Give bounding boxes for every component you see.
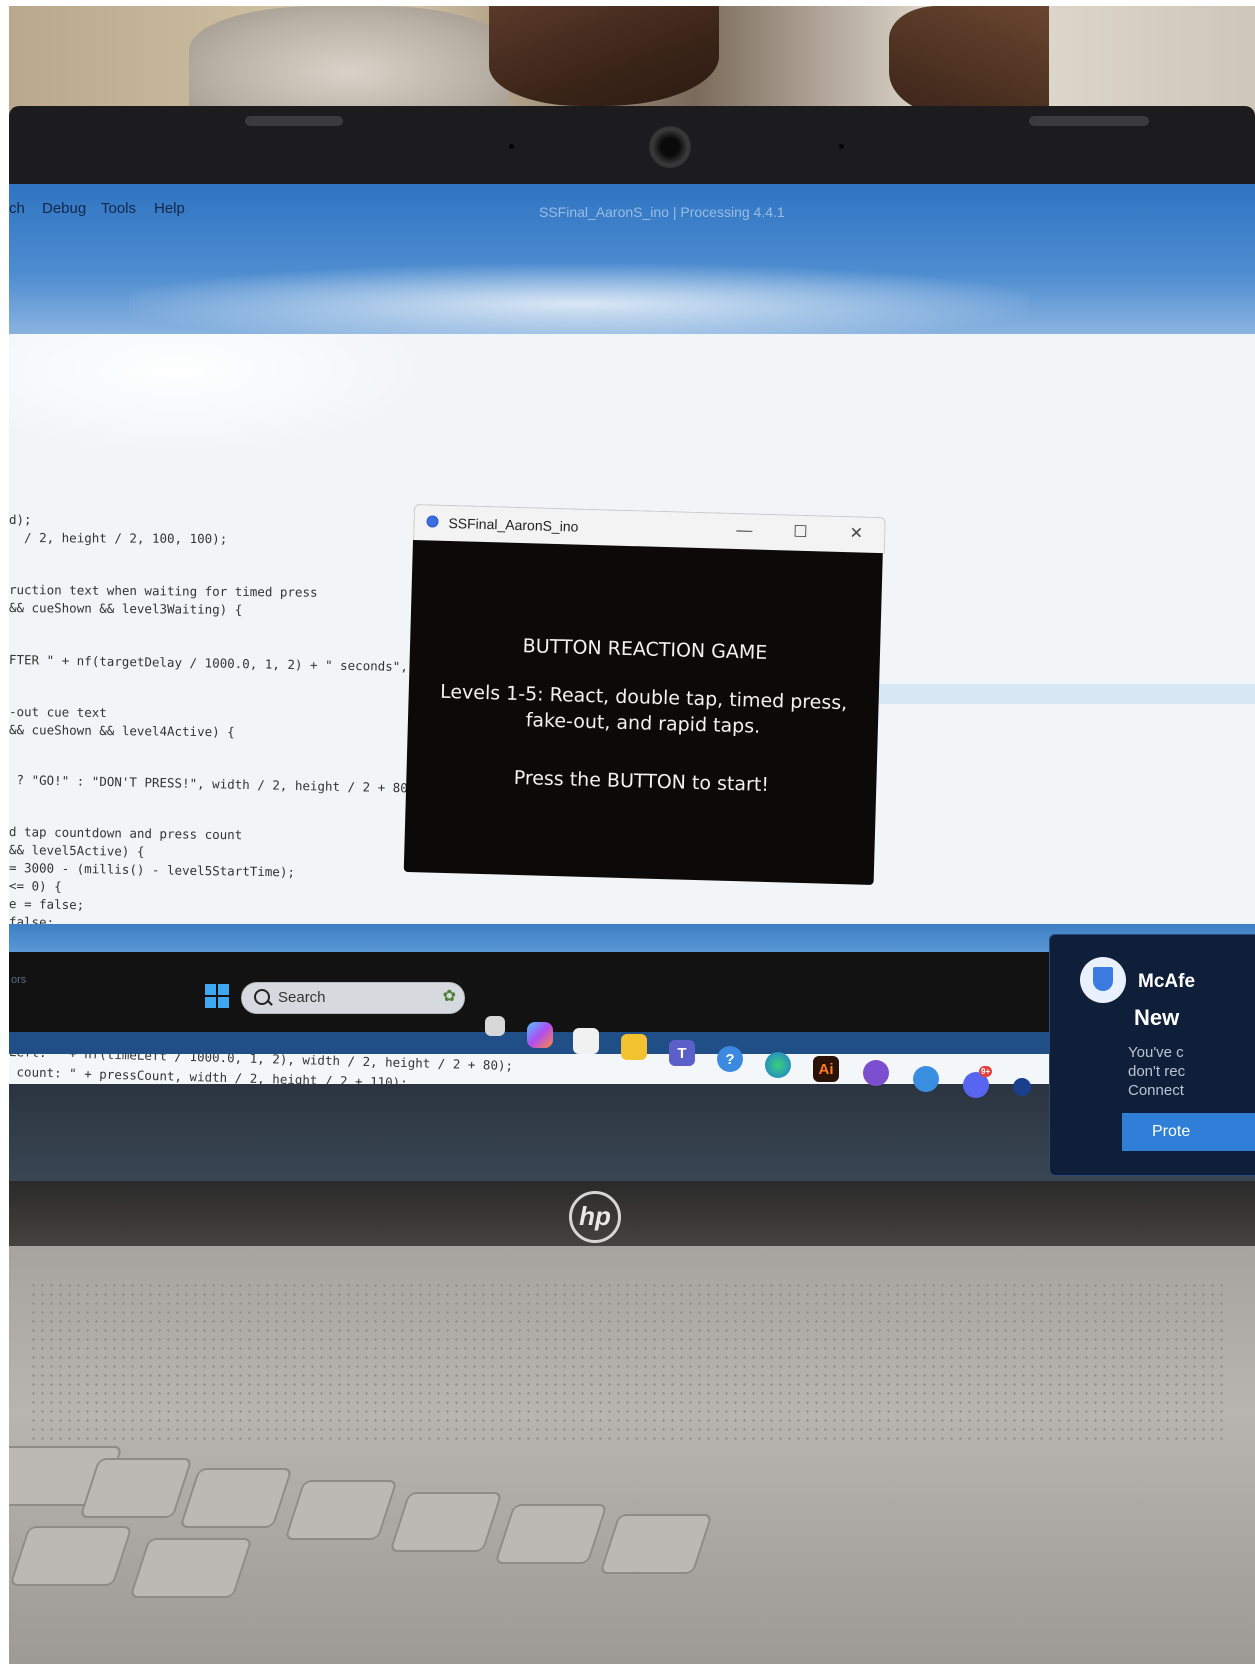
mcafee-notification[interactable]: McAfe New You've c don't rec Connect Pro…: [1049, 934, 1255, 1176]
code-line: e = false;: [9, 896, 85, 913]
bezel-bumper-right: [1029, 116, 1149, 126]
app-icon[interactable]: [913, 1066, 939, 1092]
keyboard-key[interactable]: [599, 1514, 713, 1574]
photo-scene: ch Debug Tools Help SSFinal_AaronS_ino |…: [9, 6, 1255, 1664]
discord-icon[interactable]: 9+: [963, 1066, 993, 1098]
code-line: ruction text when waiting for timed pres…: [9, 582, 318, 600]
copilot-icon[interactable]: [527, 1022, 553, 1048]
bezel-bumper-left: [245, 116, 343, 126]
speaker-grille: [29, 1281, 1229, 1441]
hp-logo: hp: [569, 1191, 621, 1243]
code-line: && level5Active) {: [9, 842, 145, 859]
toast-body: You've c don't rec Connect: [1128, 1043, 1185, 1100]
keyboard-key[interactable]: [494, 1504, 608, 1564]
github-icon[interactable]: [863, 1060, 889, 1086]
person-arm-right: [889, 6, 1049, 116]
menu-debug[interactable]: Debug: [42, 200, 86, 217]
ide-window-title: SSFinal_AaronS_ino | Processing 4.4.1: [539, 204, 785, 220]
person-arm: [489, 6, 719, 106]
help-icon[interactable]: ?: [717, 1046, 743, 1072]
code-line: <= 0) {: [9, 878, 62, 894]
search-highlight-icon: ✿: [442, 988, 456, 1005]
menu-tools[interactable]: Tools: [101, 200, 136, 217]
toast-body-line: don't rec: [1128, 1063, 1186, 1080]
screen-glare: [129, 264, 1029, 344]
keyboard-key[interactable]: [79, 1458, 193, 1518]
game-window-title: SSFinal_AaronS_ino: [448, 514, 579, 535]
maximize-button[interactable]: ☐: [780, 519, 821, 546]
discord-badge: 9+: [979, 1066, 993, 1077]
search-placeholder: Search: [278, 989, 326, 1006]
toast-heading: New: [1134, 1005, 1180, 1030]
menu-sketch[interactable]: ch: [9, 200, 25, 217]
webcam: [649, 126, 691, 168]
store-icon[interactable]: [573, 1028, 599, 1054]
search-icon: [254, 989, 270, 1005]
code-line: / 2, height / 2, 100, 100);: [9, 530, 228, 547]
file-explorer-icon[interactable]: [621, 1034, 647, 1060]
processing-icon[interactable]: [1013, 1078, 1031, 1096]
minimize-button[interactable]: —: [724, 518, 765, 545]
game-start-prompt: Press the BUTTON to start!: [513, 766, 770, 797]
toast-body-line: Connect: [1128, 1082, 1184, 1099]
game-heading: BUTTON REACTION GAME: [522, 635, 768, 664]
code-line: d);: [9, 512, 32, 527]
toast-brand: McAfe: [1138, 971, 1196, 992]
toast-body-line: You've c: [1128, 1044, 1184, 1061]
laptop-hinge: [9, 1181, 1255, 1251]
code-line: && cueShown && level3Waiting) {: [9, 600, 243, 618]
ide-menubar: ch Debug Tools Help SSFinal_AaronS_ino |…: [9, 184, 1255, 344]
menu-help[interactable]: Help: [154, 200, 185, 217]
game-canvas[interactable]: BUTTON REACTION GAME Levels 1-5: React, …: [403, 539, 883, 885]
keyboard-key[interactable]: [389, 1492, 503, 1552]
taskbar-search-box[interactable]: Search ✿: [241, 982, 465, 1014]
close-button[interactable]: ✕: [836, 521, 877, 548]
console-tab-label[interactable]: ors: [11, 974, 26, 986]
keyboard-key[interactable]: [179, 1468, 293, 1528]
mic-dot: [509, 144, 514, 149]
windows-start-icon[interactable]: [205, 984, 229, 1008]
processing-app-icon: [426, 515, 439, 528]
code-line: -out cue text: [9, 704, 107, 721]
illustrator-icon[interactable]: Ai: [813, 1056, 839, 1082]
keyboard-key[interactable]: [129, 1538, 253, 1598]
task-view-icon[interactable]: [485, 1016, 505, 1036]
toast-protect-button[interactable]: Prote: [1122, 1113, 1255, 1151]
teams-icon[interactable]: T: [669, 1040, 695, 1066]
current-line-highlight: [869, 684, 1255, 704]
edge-icon[interactable]: [765, 1052, 791, 1078]
editor-glare: [9, 334, 429, 454]
code-line: && cueShown && level4Active) {: [9, 722, 235, 740]
person-shoulder: [189, 6, 509, 116]
keyboard-key[interactable]: [284, 1480, 398, 1540]
mic-dot: [839, 144, 844, 149]
keyboard-key[interactable]: [9, 1526, 133, 1586]
game-window: SSFinal_AaronS_ino — ☐ ✕ BUTTON REACTION…: [403, 504, 886, 917]
mcafee-shield-icon: [1080, 957, 1126, 1003]
